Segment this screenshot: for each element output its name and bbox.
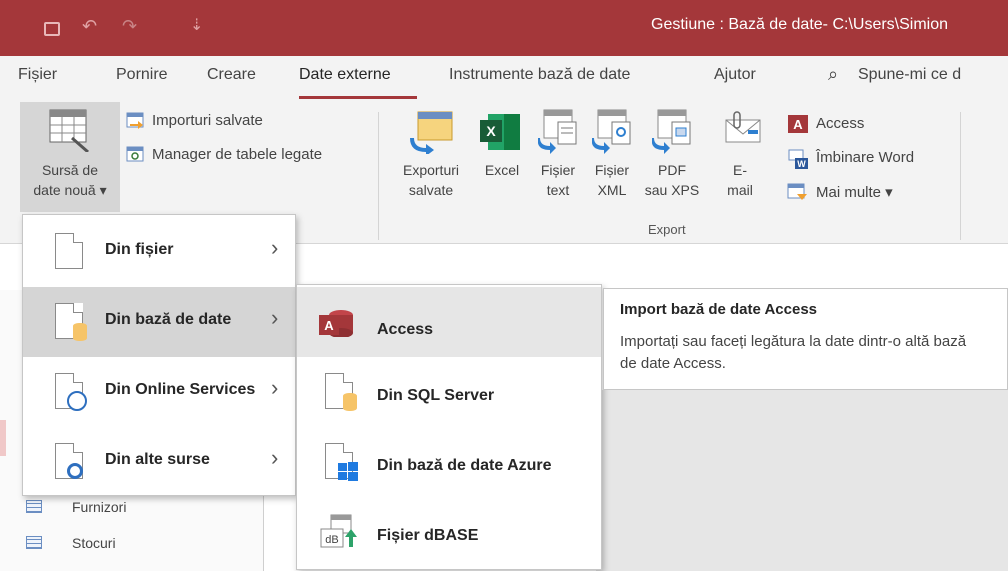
xml-file-icon	[592, 109, 631, 154]
table-icon	[26, 536, 42, 549]
windows-logo-icon	[338, 462, 358, 481]
redo-icon[interactable]: ↷	[122, 16, 137, 37]
ribbon-separator	[960, 112, 961, 240]
tab-external-data[interactable]: Date externe	[299, 66, 391, 84]
from-database-submenu: A Access Din SQL Server Din bază de date…	[296, 284, 602, 570]
ribbon-tabs: Fișier Pornire Creare Date externe Instr…	[0, 56, 1008, 102]
chevron-right-icon: ›	[271, 375, 279, 400]
save-icon[interactable]	[44, 22, 60, 36]
tab-file[interactable]: Fișier	[18, 66, 57, 84]
gear-icon	[67, 463, 83, 479]
submenu-item-label: Fișier dBASE	[377, 527, 479, 544]
submenu-item-label: Access	[377, 321, 434, 338]
access-icon: A	[319, 310, 353, 337]
tooltip-title: Import bază de date Access	[620, 301, 818, 318]
menu-item-label: Din bază de date	[105, 311, 232, 328]
new-data-source-label-1: Sursă de	[41, 162, 99, 178]
new-data-source-menu: Din fișier › Din bază de date › Din Onli…	[22, 214, 296, 496]
saved-exports-label-1: Exporturi	[402, 162, 460, 178]
excel-label: Excel	[484, 162, 520, 178]
ribbon-separator	[378, 112, 379, 240]
window-title: Gestiune : Bază de date- C:\Users\Simion	[651, 16, 949, 33]
active-tab-indicator	[299, 96, 417, 99]
new-data-source-icon	[49, 109, 89, 152]
dbase-icon: dB	[320, 514, 357, 548]
word-merge-icon: W	[788, 149, 808, 169]
more-export-icon	[787, 183, 807, 200]
submenu-item-label: Din bază de date Azure	[377, 457, 552, 474]
nav-item-furnizori[interactable]: Furnizori	[72, 499, 126, 515]
xml-file-label-2: XML	[597, 182, 627, 198]
access-import-tooltip: Import bază de date Access Importați sau…	[603, 288, 1008, 390]
svg-text:W: W	[797, 159, 806, 169]
export-pdf-xps-button[interactable]: PDF sau XPS	[640, 102, 704, 212]
pdf-xps-label-2: sau XPS	[644, 182, 700, 198]
customize-quick-access-icon[interactable]: ⇣	[190, 15, 203, 35]
export-email-button[interactable]: E- mail	[708, 102, 772, 212]
email-label-2: mail	[727, 182, 753, 198]
menu-item-label: Din Online Services	[105, 381, 256, 398]
tab-help[interactable]: Ajutor	[714, 66, 756, 84]
database-cylinder-icon	[73, 323, 87, 341]
workspace-background	[596, 390, 1008, 571]
chevron-right-icon: ›	[271, 305, 279, 330]
pdf-xps-label-1: PDF	[658, 162, 686, 178]
menu-item-from-database[interactable]: Din bază de date ›	[23, 287, 295, 357]
submenu-item-dbase[interactable]: dB Fișier dBASE	[297, 501, 601, 571]
word-merge-button[interactable]: Îmbinare Word	[816, 149, 914, 166]
lightbulb-search-icon: ⌕	[828, 64, 839, 84]
table-icon	[26, 500, 42, 513]
menu-item-from-other-sources[interactable]: Din alte surse ›	[23, 427, 295, 497]
file-icon	[55, 233, 83, 269]
linked-table-manager-icon	[126, 146, 144, 162]
export-xml-file-button[interactable]: Fișier XML	[586, 102, 638, 212]
svg-text:A: A	[793, 117, 803, 132]
undo-icon[interactable]: ↶	[82, 16, 97, 37]
menu-item-label: Din fișier	[105, 241, 174, 258]
submenu-item-sql-server[interactable]: Din SQL Server	[297, 361, 601, 431]
more-export-button[interactable]: Mai multe ▾	[816, 183, 893, 201]
svg-text:A: A	[324, 318, 334, 333]
export-access-button[interactable]: Access	[816, 115, 864, 132]
excel-icon: X	[480, 114, 520, 150]
globe-icon	[67, 391, 87, 411]
email-label-1: E-	[733, 162, 747, 178]
tell-me-box[interactable]: Spune-mi ce d	[858, 66, 961, 84]
export-text-file-button[interactable]: Fișier text	[532, 102, 584, 212]
submenu-item-access[interactable]: A Access	[297, 287, 601, 357]
chevron-right-icon: ›	[271, 445, 279, 470]
svg-text:dB: dB	[325, 534, 338, 546]
export-excel-button[interactable]: X Excel	[474, 102, 530, 212]
chevron-right-icon: ›	[271, 235, 279, 260]
tab-home[interactable]: Pornire	[116, 66, 168, 84]
pdf-xps-icon	[652, 109, 691, 154]
menu-item-from-file[interactable]: Din fișier ›	[23, 217, 295, 287]
linked-table-manager-button[interactable]: Manager de tabele legate	[152, 146, 322, 163]
tab-database-tools[interactable]: Instrumente bază de date	[449, 66, 630, 84]
tooltip-description: Importați sau faceți legătura la date di…	[620, 333, 967, 372]
export-group-label: Export	[648, 222, 686, 237]
database-cylinder-icon	[343, 393, 357, 411]
xml-file-label-1: Fișier	[594, 162, 630, 178]
submenu-item-label: Din SQL Server	[377, 387, 495, 404]
new-data-source-button[interactable]: Sursă de date nouă ▾	[20, 102, 120, 212]
saved-exports-button[interactable]: Exporturi salvate	[386, 102, 476, 212]
nav-selection-marker	[0, 420, 6, 456]
nav-item-stocuri[interactable]: Stocuri	[72, 535, 116, 551]
menu-item-label: Din alte surse	[105, 451, 210, 468]
text-file-icon	[538, 109, 577, 154]
saved-exports-icon	[410, 111, 453, 154]
email-icon	[725, 111, 761, 143]
saved-imports-button[interactable]: Importuri salvate	[152, 112, 263, 129]
text-file-label-1: Fișier	[540, 162, 576, 178]
new-data-source-label-2: date nouă ▾	[33, 182, 107, 198]
tab-create[interactable]: Creare	[207, 66, 256, 84]
saved-exports-label-2: salvate	[408, 182, 454, 198]
menu-item-from-online-services[interactable]: Din Online Services ›	[23, 357, 295, 427]
text-file-label-2: text	[546, 182, 570, 198]
submenu-item-azure[interactable]: Din bază de date Azure	[297, 431, 601, 501]
access-export-icon: A	[788, 115, 808, 133]
saved-imports-icon	[126, 112, 144, 129]
svg-text:X: X	[486, 123, 496, 139]
